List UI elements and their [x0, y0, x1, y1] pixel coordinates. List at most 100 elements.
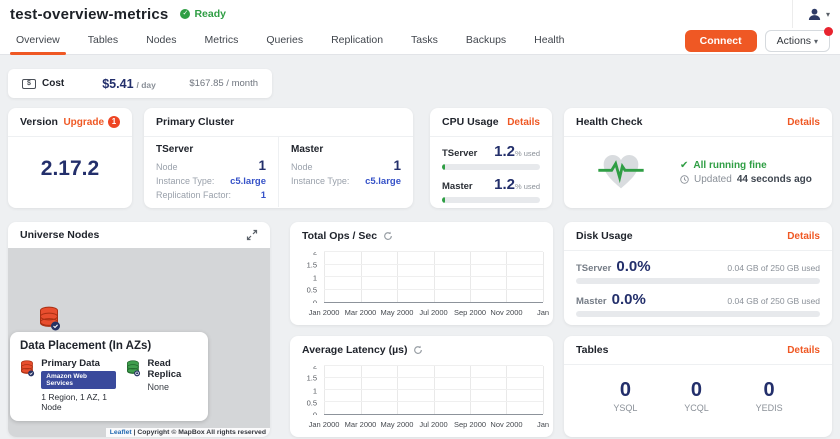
tables-details-link[interactable]: Details	[787, 345, 820, 356]
expand-icon[interactable]	[246, 229, 258, 241]
ycql-count: 0 YCQL	[684, 379, 709, 413]
tab-queries[interactable]: Queries	[252, 28, 317, 55]
disk-usage-card: Disk Usage Details TServer 0.0% 0.04 GB …	[564, 222, 832, 325]
refresh-icon[interactable]	[383, 231, 393, 241]
master-instance-row: Instance Type: c5.large	[291, 176, 401, 187]
cpu-master-row: Master 1.2% used	[430, 170, 552, 203]
tab-tables[interactable]: Tables	[74, 28, 132, 55]
instance-type-label: Instance Type:	[156, 176, 214, 186]
read-replica-value: None	[148, 382, 198, 392]
total-ops-plot	[324, 252, 543, 303]
tab-nodes[interactable]: Nodes	[132, 28, 190, 55]
disk-master-bar	[576, 311, 820, 317]
disk-master-value: 0.0%	[612, 291, 646, 308]
tab-metrics[interactable]: Metrics	[190, 28, 252, 55]
health-status-text: All running fine	[693, 160, 766, 171]
cpu-master-label: Master	[442, 181, 473, 192]
check-icon: ✔	[680, 160, 688, 171]
map-attribution: Leaflet | Copyright © MapBox All rights …	[106, 428, 270, 437]
version-value: 2.17.2	[8, 157, 132, 181]
actions-caret-icon: ▾	[814, 37, 818, 46]
node-marker-icon[interactable]	[38, 306, 62, 332]
cpu-details-link[interactable]: Details	[507, 117, 540, 128]
disk-master-detail: 0.04 GB of 250 GB used	[727, 296, 820, 306]
master-column: Master Node 1 Instance Type: c5.large	[279, 137, 413, 207]
tserver-rf-row: Replication Factor: 1	[156, 190, 266, 201]
upgrade-link[interactable]: Upgrade	[63, 117, 104, 128]
ycql-count-label: YCQL	[684, 403, 709, 413]
tables-header: Tables Details	[564, 336, 832, 365]
cpu-tserver-label: TServer	[442, 148, 477, 159]
disk-master-label: Master	[576, 296, 607, 307]
avg-latency-x-axis: Jan 2000 Mar 2000 May 2000 Jul 2000 Sep …	[324, 420, 543, 430]
tab-tasks[interactable]: Tasks	[397, 28, 452, 55]
disk-tserver-detail: 0.04 GB of 250 GB used	[727, 263, 820, 273]
health-check-title: Health Check	[576, 116, 643, 128]
yedis-count-value: 0	[756, 379, 783, 402]
tab-health[interactable]: Health	[520, 28, 578, 55]
primary-cluster-title: Primary Cluster	[156, 116, 234, 128]
primary-data-label: Primary Data	[41, 358, 116, 369]
page-title: test-overview-metrics	[10, 6, 168, 23]
disk-details-link[interactable]: Details	[787, 231, 820, 242]
tserver-column: TServer Node 1 Instance Type: c5.large R…	[144, 137, 279, 207]
master-title: Master	[291, 144, 401, 155]
data-placement-panel: Data Placement (In AZs) Primary Data	[10, 332, 208, 421]
disk-usage-title: Disk Usage	[576, 230, 633, 242]
cpu-master-bar-fill	[442, 197, 445, 203]
primary-cluster-card: Primary Cluster TServer Node 1 Instance …	[144, 108, 413, 208]
cpu-usage-card: CPU Usage Details TServer 1.2% used Mast…	[430, 108, 552, 208]
ysql-count: 0 YSQL	[613, 379, 637, 413]
avg-latency-chart-header: Average Latency (µs)	[290, 336, 553, 356]
user-caret-icon[interactable]: ▾	[826, 10, 830, 19]
upgrade-link-group[interactable]: Upgrade 1	[63, 116, 120, 128]
disk-tserver-value: 0.0%	[616, 258, 650, 275]
total-ops-chart-title: Total Ops / Sec	[302, 230, 377, 242]
map-copyright: | Copyright © MapBox All rights reserved	[134, 429, 266, 436]
cost-bar: $ Cost $5.41 / day $167.85 / month	[8, 69, 272, 98]
cpu-master-bar	[442, 197, 540, 203]
health-details-link[interactable]: Details	[787, 117, 820, 128]
tables-title: Tables	[576, 344, 608, 356]
replication-factor-label: Replication Factor:	[156, 190, 231, 200]
actions-button[interactable]: Actions ▾	[765, 30, 830, 52]
universe-nodes-title: Universe Nodes	[20, 229, 99, 241]
cost-label: Cost	[42, 78, 64, 89]
disk-tserver-row: TServer 0.0% 0.04 GB of 250 GB used	[564, 251, 832, 284]
tserver-instance-row: Instance Type: c5.large	[156, 176, 266, 187]
tab-replication[interactable]: Replication	[317, 28, 397, 55]
tserver-title: TServer	[156, 144, 266, 155]
upgrade-count-badge: 1	[108, 116, 120, 128]
total-ops-chart-card: Total Ops / Sec 0 0.5 1 1.5 2 Jan 2000 M…	[290, 222, 553, 325]
connect-button[interactable]: Connect	[685, 30, 757, 52]
tables-body: 0 YSQL 0 YCQL 0 YEDIS	[564, 365, 832, 413]
avg-latency-y-axis: 0 0.5 1 1.5 2	[290, 366, 321, 415]
check-circle-icon: ✓	[180, 9, 190, 19]
version-card-header: Version Upgrade 1	[8, 108, 132, 137]
avg-latency-chart-title: Average Latency (µs)	[302, 344, 407, 356]
universe-nodes-header: Universe Nodes	[8, 222, 270, 248]
ysql-count-label: YSQL	[613, 403, 637, 413]
yedis-count-label: YEDIS	[756, 403, 783, 413]
node-label: Node	[291, 162, 313, 172]
dollar-icon: $	[22, 79, 36, 89]
ysql-count-value: 0	[613, 379, 637, 402]
actions-label: Actions	[777, 35, 811, 47]
map-canvas[interactable]: Data Placement (In AZs) Primary Data	[8, 248, 270, 437]
primary-data-icon	[20, 358, 35, 379]
user-icon[interactable]	[807, 7, 822, 22]
primary-data-block: Primary Data Amazon Web Services 1 Regio…	[20, 358, 116, 412]
disk-usage-header: Disk Usage Details	[564, 222, 832, 251]
replication-factor-value: 1	[261, 190, 266, 201]
refresh-icon[interactable]	[413, 345, 423, 355]
instance-type-value: c5.large	[230, 176, 266, 187]
avg-latency-plot	[324, 366, 543, 415]
cpu-tserver-row: TServer 1.2% used	[430, 137, 552, 170]
leaflet-link[interactable]: Leaflet	[110, 429, 132, 436]
top-bar: test-overview-metrics ✓ Ready ▾	[0, 0, 840, 28]
disk-tserver-label: TServer	[576, 263, 611, 274]
tab-bar: Overview Tables Nodes Metrics Queries Re…	[0, 28, 840, 55]
tab-backups[interactable]: Backups	[452, 28, 520, 55]
tab-overview[interactable]: Overview	[2, 28, 74, 55]
health-check-header: Health Check Details	[564, 108, 832, 137]
